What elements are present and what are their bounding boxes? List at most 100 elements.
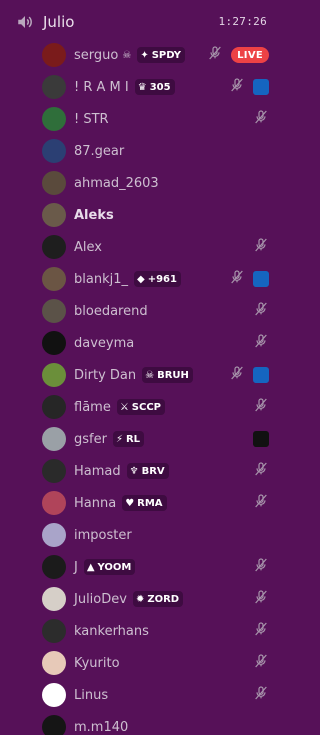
voice-user[interactable]: Hanna ♥ RMA — [36, 488, 277, 518]
mic-muted-icon — [253, 621, 269, 641]
avatar[interactable] — [42, 363, 66, 387]
avatar[interactable] — [42, 395, 66, 419]
avatar[interactable] — [42, 203, 66, 227]
avatar[interactable] — [42, 651, 66, 675]
avatar[interactable] — [42, 299, 66, 323]
voice-user[interactable]: bloedarend — [36, 296, 277, 326]
avatar[interactable] — [42, 459, 66, 483]
guild-tag[interactable]: ♥ RMA — [122, 495, 167, 511]
username: imposter — [74, 527, 132, 543]
avatar[interactable] — [42, 555, 66, 579]
username: gsfer — [74, 431, 107, 447]
avatar[interactable] — [42, 715, 66, 735]
mic-muted-icon — [229, 269, 245, 289]
guild-tag-icon: ⚡ — [115, 433, 123, 445]
guild-tag[interactable]: ⚡ RL — [112, 431, 145, 447]
username: flāme — [74, 399, 111, 415]
name-decoration: ☠ — [122, 49, 132, 61]
voice-user[interactable]: ! R A M I ♛ 305 — [36, 72, 277, 102]
voice-user[interactable]: Aleks — [36, 200, 277, 230]
guild-tag[interactable]: ✦ SPDY — [137, 47, 186, 63]
voice-user[interactable]: Linus — [36, 680, 277, 710]
avatar[interactable] — [42, 683, 66, 707]
voice-user[interactable]: serguo ☠ ✦ SPDY LIVE — [36, 40, 277, 70]
user-status-icons — [253, 431, 269, 447]
avatar[interactable] — [42, 331, 66, 355]
user-status-icons — [253, 686, 269, 703]
username: J — [74, 559, 78, 575]
game-activity-icon — [253, 431, 269, 447]
username: Hamad — [74, 463, 121, 479]
avatar[interactable] — [42, 587, 66, 611]
guild-tag[interactable]: ▲ YOOM — [83, 559, 136, 575]
username: ahmad_2603 — [74, 175, 159, 191]
rocket-league-icon — [253, 367, 269, 383]
avatar[interactable] — [42, 75, 66, 99]
username: daveyma — [74, 335, 135, 351]
live-badge[interactable]: LIVE — [231, 47, 269, 63]
avatar[interactable] — [42, 491, 66, 515]
username: JulioDev — [74, 591, 127, 607]
avatar[interactable] — [42, 619, 66, 643]
username: Dirty Dan — [74, 367, 137, 383]
user-status-icons — [253, 621, 269, 641]
guild-tag[interactable]: ☠ BRUH — [142, 367, 193, 383]
mic-muted-icon — [253, 333, 269, 353]
voice-user[interactable]: kankerhans — [36, 616, 277, 646]
mic-muted-icon — [253, 493, 269, 513]
user-status-icons — [253, 238, 269, 255]
mic-muted-icon — [229, 365, 245, 385]
speaker-icon — [18, 16, 32, 28]
voice-user[interactable]: daveyma — [36, 328, 277, 358]
guild-tag-text: ZORD — [147, 593, 180, 605]
voice-user[interactable]: gsfer ⚡ RL — [36, 424, 277, 454]
avatar[interactable] — [42, 107, 66, 131]
voice-user[interactable]: Kyurito — [36, 648, 277, 678]
user-status-icons — [253, 589, 269, 609]
voice-user[interactable]: blankj1_ ◆ +961 — [36, 264, 277, 294]
username: Alex — [74, 239, 102, 255]
voice-user[interactable]: JulioDev ✹ ZORD — [36, 584, 277, 614]
user-status-icons — [253, 397, 269, 417]
voice-user[interactable]: Alex — [36, 232, 277, 262]
username: blankj1_ — [74, 271, 128, 287]
voice-user[interactable]: m.m140 — [36, 712, 277, 735]
avatar[interactable] — [42, 139, 66, 163]
avatar[interactable] — [42, 43, 66, 67]
guild-tag[interactable]: ⚔ SCCP — [116, 399, 166, 415]
mic-muted-icon — [229, 77, 245, 97]
mic-muted-icon — [253, 589, 269, 609]
voice-channel-header[interactable]: Julio 1:27:26 — [0, 0, 285, 44]
avatar[interactable] — [42, 235, 66, 259]
guild-tag[interactable]: ♆ BRV — [126, 463, 169, 479]
username: Linus — [74, 687, 109, 703]
rocket-league-icon — [253, 79, 269, 95]
avatar[interactable] — [42, 267, 66, 291]
guild-tag-text: +961 — [147, 273, 177, 285]
voice-user[interactable]: ! STR — [36, 104, 277, 134]
voice-user[interactable]: flāme ⚔ SCCP — [36, 392, 277, 422]
avatar[interactable] — [42, 171, 66, 195]
mic-muted-icon — [253, 653, 269, 673]
guild-tag[interactable]: ◆ +961 — [133, 271, 181, 287]
voice-user[interactable]: J ▲ YOOM — [36, 552, 277, 582]
voice-user[interactable]: 87.gear — [36, 136, 277, 166]
guild-tag[interactable]: ✹ ZORD — [132, 591, 184, 607]
voice-user[interactable]: ahmad_2603 — [36, 168, 277, 198]
user-status-icons — [253, 493, 269, 513]
avatar[interactable] — [42, 427, 66, 451]
mic-muted-icon — [253, 397, 269, 417]
voice-user[interactable]: imposter — [36, 520, 277, 550]
voice-user[interactable]: Hamad ♆ BRV — [36, 456, 277, 486]
avatar[interactable] — [42, 523, 66, 547]
mic-muted-icon — [207, 45, 223, 65]
username: serguo — [74, 47, 119, 63]
rocket-league-icon — [253, 271, 269, 287]
guild-tag[interactable]: ♛ 305 — [134, 79, 175, 95]
guild-tag-icon: ▲ — [86, 561, 95, 573]
guild-tag-icon: ✹ — [135, 593, 145, 605]
mic-muted-icon — [253, 461, 269, 481]
voice-user[interactable]: Dirty Dan ☠ BRUH — [36, 360, 277, 390]
username: Aleks — [74, 207, 114, 223]
user-status-icons — [229, 365, 269, 385]
